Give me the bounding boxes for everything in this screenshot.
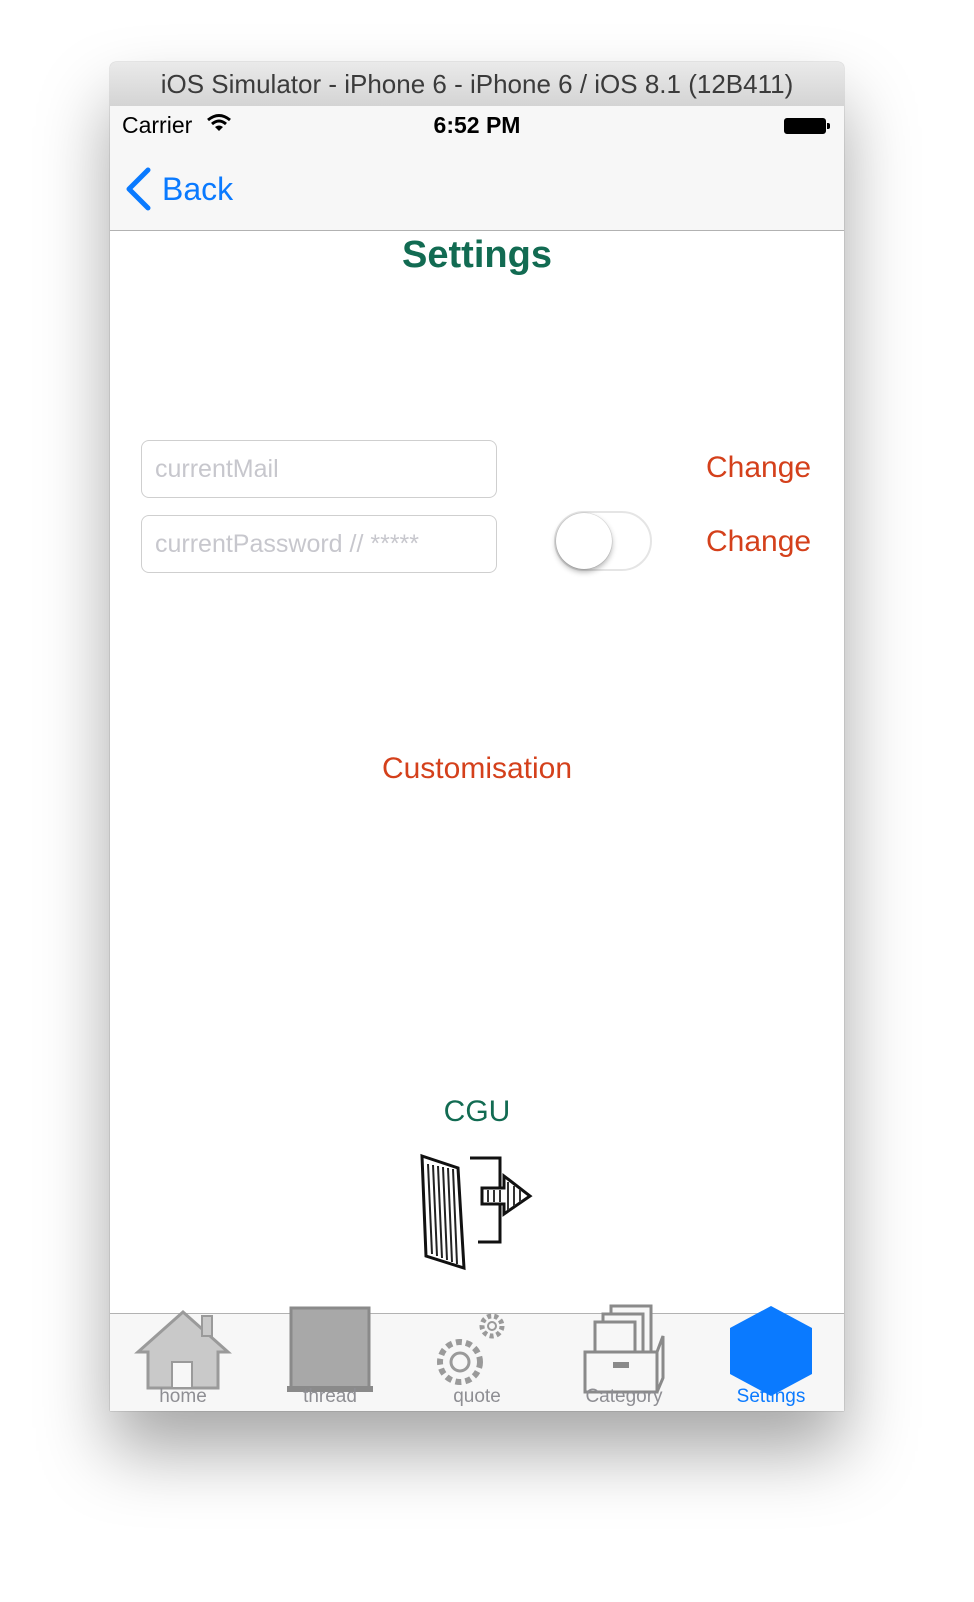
- back-button[interactable]: Back: [124, 166, 233, 212]
- battery-icon: [784, 118, 830, 134]
- navigation-bar: Back: [110, 146, 844, 231]
- back-label: Back: [162, 170, 234, 207]
- tab-settings[interactable]: Settings: [698, 1306, 844, 1411]
- toggle-knob: [556, 513, 612, 569]
- tab-category[interactable]: Category: [551, 1304, 697, 1411]
- page-title: Settings: [402, 234, 552, 276]
- tab-home[interactable]: home: [110, 1309, 256, 1411]
- tab-thread[interactable]: thread: [257, 1306, 403, 1411]
- change-mail-button[interactable]: Change: [706, 451, 811, 485]
- tab-label: Settings: [736, 1386, 806, 1407]
- tab-quote[interactable]: quote: [404, 1313, 550, 1411]
- tab-label: Category: [585, 1386, 663, 1407]
- customisation-button[interactable]: Customisation: [110, 752, 844, 786]
- logout-door-icon[interactable]: [412, 1150, 538, 1274]
- tab-bar: home thread quote Category Settings: [110, 1304, 844, 1411]
- tab-label: home: [159, 1386, 207, 1407]
- window-title: iOS Simulator - iPhone 6 - iPhone 6 / iO…: [110, 62, 844, 107]
- status-bar: Carrier 6:52 PM: [110, 106, 844, 146]
- change-password-button[interactable]: Change: [706, 525, 811, 559]
- password-toggle[interactable]: [554, 511, 652, 571]
- chevron-left-icon: [126, 167, 151, 211]
- simulator-window: iOS Simulator - iPhone 6 - iPhone 6 / iO…: [110, 62, 844, 1411]
- cgu-button[interactable]: CGU: [110, 1095, 844, 1129]
- mail-field[interactable]: [141, 440, 497, 498]
- tab-label: thread: [303, 1386, 357, 1407]
- status-time: 6:52 PM: [433, 112, 521, 138]
- tab-label: quote: [453, 1386, 501, 1407]
- password-field[interactable]: [141, 515, 497, 573]
